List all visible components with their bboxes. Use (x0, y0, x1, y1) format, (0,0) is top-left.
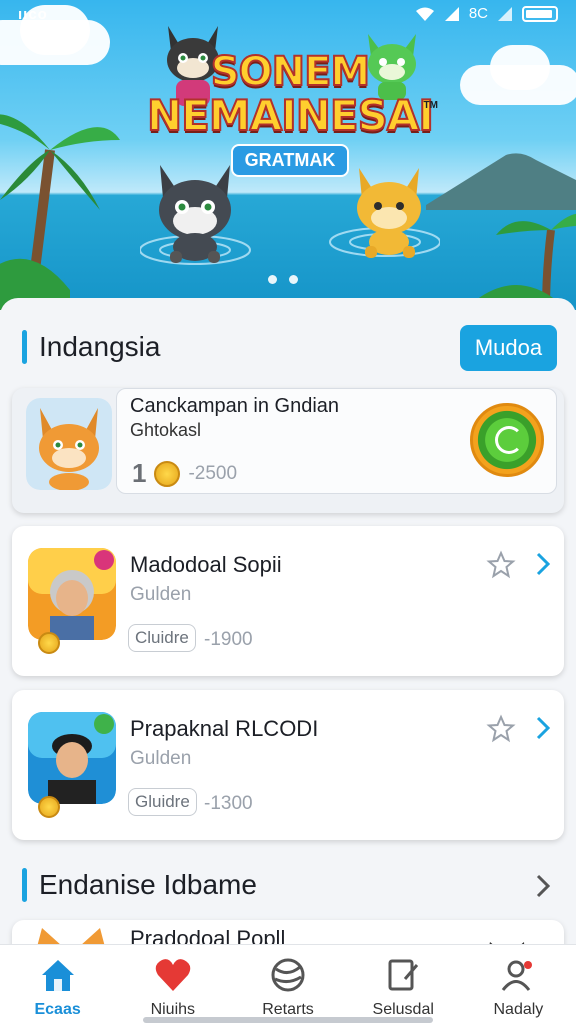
featured-thumbnail (26, 398, 112, 490)
favorite-star-icon[interactable] (486, 550, 516, 580)
featured-subtitle: Ghtokasl (130, 420, 202, 440)
featured-meta: 1 -2500 (132, 458, 237, 489)
nav-item-profile[interactable]: Nadaly (461, 945, 576, 1024)
cloud-decoration (490, 45, 550, 90)
home-indicator[interactable] (143, 1017, 433, 1023)
coin-badge-icon (38, 796, 60, 818)
item-subtitle: Gulden (130, 748, 192, 769)
game-logo: SONEM NEMAINESAI TM GRATMAK (140, 49, 440, 177)
favorite-star-icon[interactable] (486, 714, 516, 744)
signal-icon (444, 6, 459, 21)
section-action-button[interactable]: Mudoa (460, 325, 557, 371)
section-header-1: Indangsia (22, 330, 160, 364)
item-thumbnail (28, 712, 116, 804)
ball-icon (268, 955, 308, 995)
section-see-more-icon[interactable] (536, 874, 550, 898)
trademark-mark: TM (423, 100, 438, 111)
wifi-icon (415, 7, 434, 21)
nav-item-home[interactable]: Ecaas (0, 945, 115, 1024)
item-thumbnail (28, 548, 116, 640)
nav-item-sports[interactable]: Retarts (230, 945, 345, 1024)
logo-line-2: NEMAINESAI (146, 91, 435, 140)
item-price: -1900 (204, 629, 253, 650)
chevron-right-icon[interactable] (536, 552, 550, 576)
status-icons: 8C (415, 5, 558, 22)
carousel-indicator[interactable] (268, 275, 298, 284)
document-edit-icon (383, 955, 423, 995)
section-header-2: Endanise Idbame (22, 868, 257, 902)
item-tag: Cluidre (128, 624, 196, 652)
featured-rank: 1 (132, 458, 147, 488)
palm-tree-left (0, 114, 120, 310)
bottom-navigation: Ecaas Niuihs Retarts Selusdal Nadaly (0, 944, 576, 1024)
battery-icon (522, 5, 558, 22)
nav-label: Ecaas (34, 1001, 81, 1018)
profile-icon (498, 955, 538, 995)
featured-play-button[interactable] (470, 403, 544, 477)
item-subtitle: Gulden (130, 584, 192, 605)
palm-tree-right (476, 214, 576, 310)
nav-label: Nadaly (493, 1001, 544, 1018)
list-item[interactable]: Prapaknal RLCODI Gulden Gluidre -1300 (12, 690, 564, 840)
item-price: -1300 (204, 793, 253, 814)
signal-bars-icon (498, 6, 512, 21)
heart-icon (153, 955, 193, 995)
featured-card[interactable]: Canckampan in Gndian Ghtokasl 1 -2500 (12, 388, 564, 513)
hero-banner[interactable]: ııco 8C (0, 0, 576, 310)
main-content: Indangsia Mudoa Canckampan in Gndian Ght… (0, 298, 576, 980)
section-title: Endanise Idbame (39, 869, 257, 900)
home-icon (38, 955, 78, 995)
cloud-decoration (20, 5, 90, 55)
nav-item-documents[interactable]: Selusdal (346, 945, 461, 1024)
coin-icon (154, 460, 181, 487)
chevron-right-icon[interactable] (536, 716, 550, 740)
featured-title: Canckampan in Gndian (130, 395, 340, 417)
section-accent-bar (22, 868, 27, 902)
item-tag: Gluidre (128, 788, 197, 816)
signal-text: 8C (468, 5, 488, 22)
list-item[interactable]: Madodoal Sopii Gulden Cluidre -1900 (12, 526, 564, 676)
carousel-dot[interactable] (289, 275, 298, 284)
logo-line-1: SONEM (210, 49, 371, 95)
carousel-dot[interactable] (268, 275, 277, 284)
item-title: Madodoal Sopii (130, 552, 282, 577)
featured-price: -2500 (188, 462, 238, 484)
logo-subtitle-badge: GRATMAK (230, 144, 350, 177)
section-accent-bar (22, 330, 27, 364)
section-title: Indangsia (39, 331, 161, 362)
item-title: Prapaknal RLCODI (130, 716, 319, 741)
coin-badge-icon (38, 632, 60, 654)
nav-item-favorites[interactable]: Niuihs (115, 945, 230, 1024)
